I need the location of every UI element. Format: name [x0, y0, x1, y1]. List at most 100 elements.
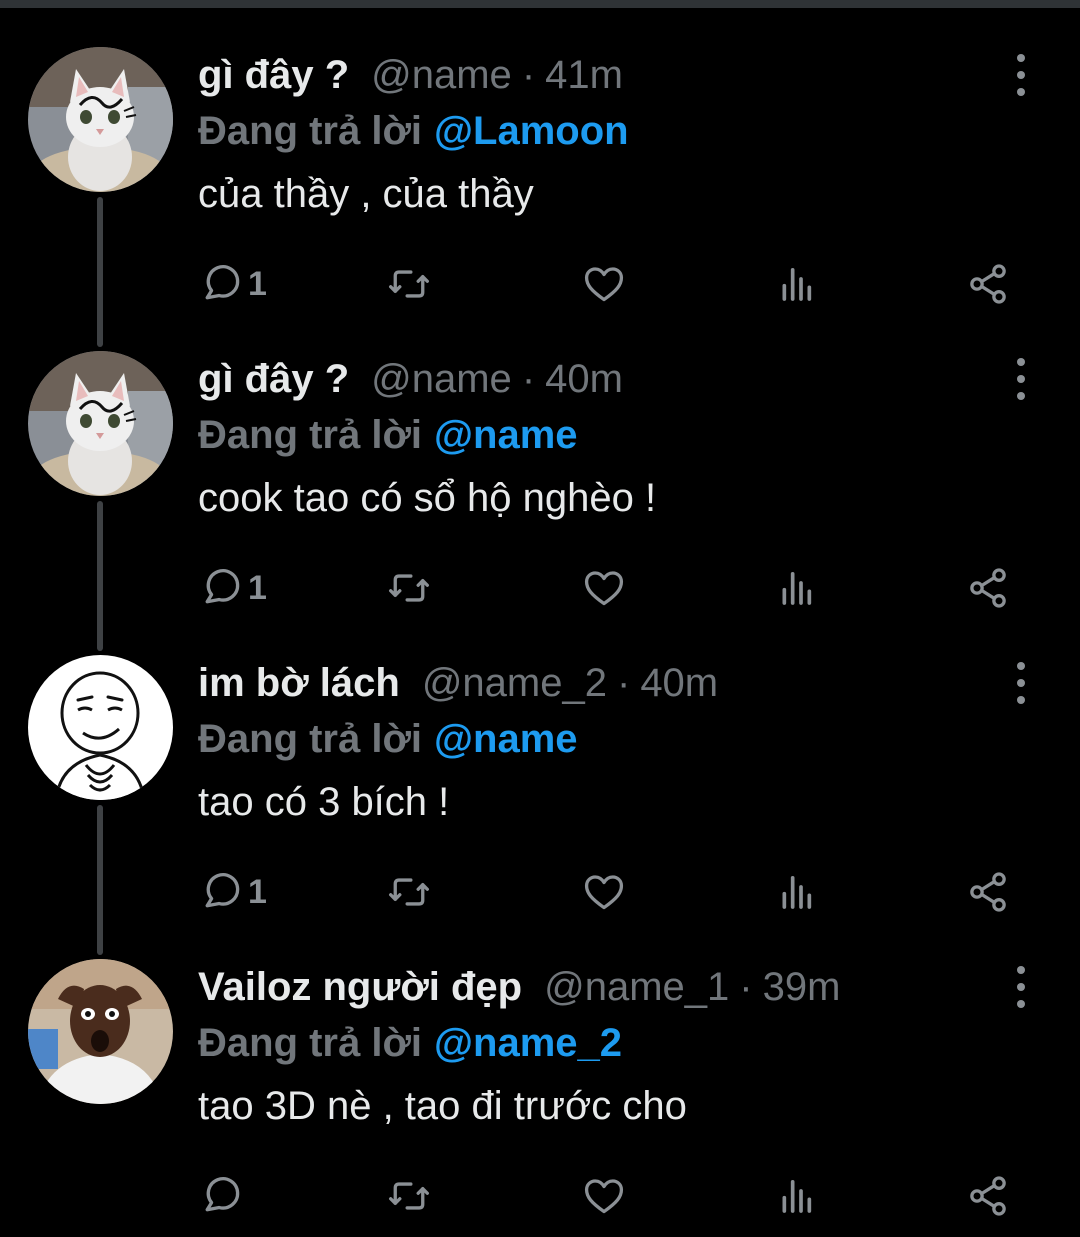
more-icon-dot [1017, 392, 1025, 400]
heart-icon [584, 571, 624, 606]
like-button[interactable] [582, 564, 626, 612]
reply-count: 1 [248, 568, 267, 607]
retweet-button[interactable] [386, 868, 432, 916]
handle[interactable]: @name [371, 357, 512, 402]
tweet-text: tao có 3 bích ! [198, 780, 450, 824]
display-name[interactable]: gì đây ? [198, 53, 349, 98]
more-icon-dot [1017, 983, 1025, 991]
meme-face-avatar-icon [28, 655, 173, 800]
tweet[interactable]: Vailoz người đẹp @name_1 · 39m Đang trả … [0, 912, 1080, 1216]
views-button[interactable] [776, 1172, 816, 1220]
reply-icon [205, 265, 240, 300]
retweet-button[interactable] [386, 260, 432, 308]
more-icon [1017, 966, 1025, 974]
more-icon-dot [1017, 71, 1025, 79]
reply-button[interactable]: 1 [198, 868, 267, 916]
retweet-button[interactable] [386, 1172, 432, 1220]
tweet-text: của thầy , của thầy [198, 172, 534, 216]
replying-to: Đang trả lời @name [198, 410, 578, 460]
more-icon-dot [1017, 375, 1025, 383]
views-icon [782, 876, 812, 909]
tweet-header: im bờ lách @name_2 · 40m [198, 658, 718, 708]
tweet-header: gì đây ? @name · 41m [198, 50, 623, 100]
more-icon-dot [1017, 1000, 1025, 1008]
handle[interactable]: @name_1 [544, 965, 729, 1010]
views-button[interactable] [776, 260, 816, 308]
more-icon-dot [1017, 696, 1025, 704]
avatar[interactable] [28, 351, 173, 496]
more-options-button[interactable] [1003, 54, 1039, 96]
retweet-icon [389, 878, 429, 906]
like-button[interactable] [582, 868, 626, 916]
replying-to-link[interactable]: @name [434, 413, 578, 458]
share-icon [970, 264, 1006, 304]
like-button[interactable] [582, 260, 626, 308]
replying-to-label: Đang trả lời [198, 412, 423, 457]
avatar[interactable] [28, 959, 173, 1104]
reply-icon [205, 569, 240, 604]
avatar[interactable] [28, 47, 173, 192]
cat-avatar-icon [28, 351, 173, 496]
heart-icon [584, 1179, 624, 1214]
heart-icon [584, 875, 624, 910]
timestamp[interactable]: 39m [763, 965, 841, 1010]
display-name[interactable]: Vailoz người đẹp [198, 965, 522, 1010]
retweet-icon [389, 270, 429, 298]
separator-dot: · [521, 52, 536, 97]
tweet-header: gì đây ? @name · 40m [198, 354, 623, 404]
display-name[interactable]: gì đây ? [198, 357, 349, 402]
reply-button[interactable]: 1 [198, 564, 267, 612]
more-icon [1017, 662, 1025, 670]
replying-to-label: Đang trả lời [198, 1020, 423, 1065]
more-options-button[interactable] [1003, 662, 1039, 704]
more-icon-dot [1017, 88, 1025, 96]
reply-count: 1 [248, 264, 267, 303]
share-icon [970, 872, 1006, 912]
timestamp[interactable]: 40m [545, 357, 623, 402]
retweet-button[interactable] [386, 564, 432, 612]
tweet[interactable]: gì đây ? @name · 40m Đang trả lời @name … [0, 304, 1080, 608]
share-button[interactable] [966, 564, 1010, 612]
cat-avatar-icon [28, 47, 173, 192]
heart-icon [584, 267, 624, 302]
avatar[interactable] [28, 655, 173, 800]
views-button[interactable] [776, 868, 816, 916]
timestamp[interactable]: 41m [545, 53, 623, 98]
action-bar: 1 [198, 260, 1038, 308]
share-button[interactable] [966, 868, 1010, 916]
surprised-man-avatar-icon [28, 959, 173, 1104]
reply-button[interactable] [198, 1172, 248, 1220]
tweet-header: Vailoz người đẹp @name_1 · 39m [198, 962, 840, 1012]
share-icon [970, 568, 1006, 608]
replying-to: Đang trả lời @Lamoon [198, 106, 629, 156]
share-button[interactable] [966, 1172, 1010, 1220]
separator-dot: · [521, 356, 536, 401]
replying-to-link[interactable]: @Lamoon [434, 109, 629, 154]
views-button[interactable] [776, 564, 816, 612]
reply-button[interactable]: 1 [198, 260, 267, 308]
reply-count: 1 [248, 872, 267, 911]
action-bar [198, 1172, 1038, 1220]
replying-to-link[interactable]: @name [434, 717, 578, 762]
handle[interactable]: @name_2 [422, 661, 607, 706]
share-button[interactable] [966, 260, 1010, 308]
action-bar: 1 [198, 564, 1038, 612]
views-icon [782, 572, 812, 605]
more-options-button[interactable] [1003, 966, 1039, 1008]
reply-icon [205, 1177, 240, 1212]
retweet-icon [389, 574, 429, 602]
tweet[interactable]: im bờ lách @name_2 · 40m Đang trả lời @n… [0, 608, 1080, 912]
replying-to-label: Đang trả lời [198, 716, 423, 761]
replying-to-label: Đang trả lời [198, 108, 423, 153]
tweet[interactable]: gì đây ? @name · 41m Đang trả lời @Lamoo… [0, 0, 1080, 304]
more-options-button[interactable] [1003, 358, 1039, 400]
tweet-text: tao 3D nè , tao đi trước cho [198, 1084, 687, 1128]
handle[interactable]: @name [371, 53, 512, 98]
timestamp[interactable]: 40m [640, 661, 718, 706]
display-name[interactable]: im bờ lách [198, 661, 400, 706]
more-icon [1017, 54, 1025, 62]
views-icon [782, 268, 812, 301]
like-button[interactable] [582, 1172, 626, 1220]
replying-to-link[interactable]: @name_2 [434, 1021, 622, 1066]
tweet-text: cook tao có sổ hộ nghèo ! [198, 476, 657, 520]
